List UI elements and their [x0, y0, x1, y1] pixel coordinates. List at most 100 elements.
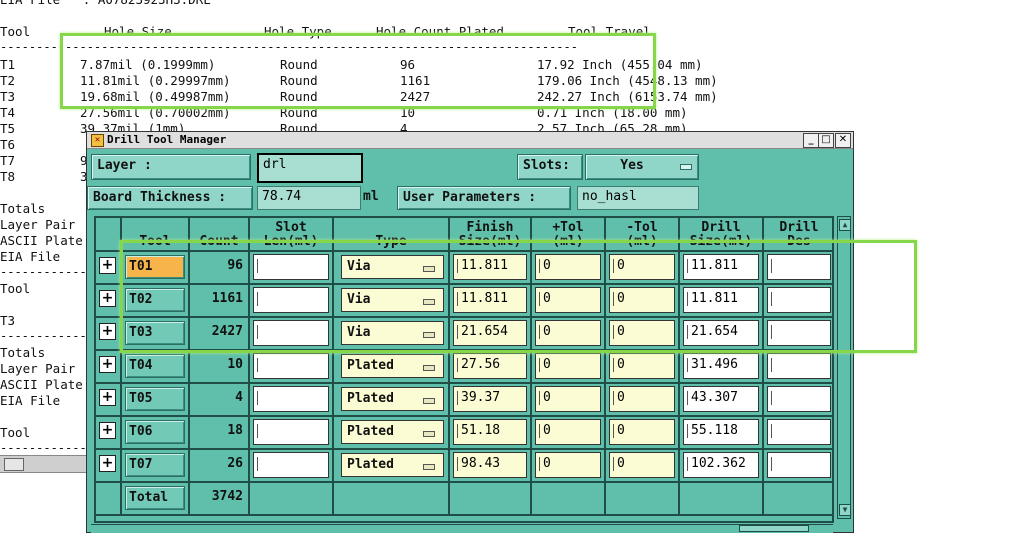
drill-des-input[interactable] [767, 419, 831, 445]
layer-field[interactable]: drl [257, 153, 363, 183]
type-dropdown[interactable]: Via [341, 288, 444, 312]
slot-len-input[interactable] [253, 386, 329, 412]
type-dropdown[interactable]: Via [341, 255, 444, 279]
drill-des-input[interactable] [767, 320, 831, 346]
user-parameters-field[interactable]: no_hasl [577, 186, 699, 210]
type-dropdown[interactable]: Plated [341, 354, 444, 378]
drill-size-input[interactable]: 55.118 [683, 419, 759, 445]
expand-plus-icon[interactable]: + [99, 290, 116, 307]
minus-tol-input[interactable]: 0 [609, 353, 675, 379]
type-dropdown[interactable]: Via [341, 321, 444, 345]
drill-des-input[interactable] [767, 254, 831, 280]
drill-size-input[interactable]: 11.811 [683, 254, 759, 280]
minus-tol-cell: 0 [606, 417, 680, 450]
finish-size-input[interactable]: 51.18 [453, 419, 527, 445]
expand-plus-icon[interactable]: + [99, 389, 116, 406]
plus-tol-input[interactable]: 0 [535, 419, 601, 445]
drill-size-input[interactable]: 21.654 [683, 320, 759, 346]
plus-tol-input[interactable]: 0 [535, 287, 601, 313]
tool-button[interactable]: T04 [125, 354, 185, 378]
column-header: -Tol (ml) [606, 218, 680, 252]
table-vscrollbar[interactable]: ▲ ▼ [837, 216, 851, 519]
plus-tol-input[interactable]: 0 [535, 386, 601, 412]
drill-size-input[interactable]: 43.307 [683, 386, 759, 412]
slot-len-cell [250, 285, 334, 318]
finish-size-input[interactable]: 21.654 [453, 320, 527, 346]
total-row-cell [250, 483, 334, 516]
expand-plus-icon[interactable]: + [99, 455, 116, 472]
finish-size-input[interactable]: 27.56 [453, 353, 527, 379]
tool-button[interactable]: T07 [125, 453, 185, 477]
drill-size-input[interactable]: 31.496 [683, 353, 759, 379]
drill-des-input[interactable] [767, 386, 831, 412]
finish-size-input[interactable]: 11.811 [453, 254, 527, 280]
type-dropdown[interactable]: Plated [341, 420, 444, 444]
slot-len-input[interactable] [253, 353, 329, 379]
drill-des-input[interactable] [767, 353, 831, 379]
tool-cell: T05 [122, 384, 190, 417]
minimize-button[interactable]: _ [803, 133, 819, 148]
finish-size-input[interactable]: 98.43 [453, 452, 527, 478]
report-left-line: EIA File [0, 249, 61, 264]
tool-button[interactable]: T05 [125, 387, 185, 411]
minus-tol-input[interactable]: 0 [609, 287, 675, 313]
report-left-line: Tool [0, 281, 31, 296]
scroll-down-icon[interactable]: ▼ [839, 504, 851, 516]
plus-tol-input[interactable]: 0 [535, 254, 601, 280]
slot-len-input[interactable] [253, 419, 329, 445]
background-hscrollbar[interactable] [0, 455, 88, 473]
minus-tol-input[interactable]: 0 [609, 320, 675, 346]
plus-tol-input[interactable]: 0 [535, 353, 601, 379]
minus-tol-input[interactable]: 0 [609, 254, 675, 280]
board-thickness-field[interactable]: 78.74 [257, 186, 361, 210]
finish-size-input[interactable]: 11.811 [453, 287, 527, 313]
title-bar[interactable]: ✕ Drill Tool Manager _ □ ✕ [87, 132, 853, 149]
report-cell-tool: T5 [0, 121, 16, 136]
plus-tol-cell: 0 [532, 450, 606, 483]
expand-plus-icon[interactable]: + [99, 422, 116, 439]
header-hole-size: Hole Size [104, 24, 172, 39]
drill-size-input[interactable]: 11.811 [683, 287, 759, 313]
report-left-line: T3 [0, 313, 16, 328]
expand-plus-icon[interactable]: + [99, 356, 116, 373]
tool-button[interactable]: T01 [125, 255, 185, 279]
slot-len-input[interactable] [253, 320, 329, 346]
drill-des-input[interactable] [767, 287, 831, 313]
minus-tol-input[interactable]: 0 [609, 419, 675, 445]
slot-len-input[interactable] [253, 254, 329, 280]
finish-size-input[interactable]: 39.37 [453, 386, 527, 412]
tool-button[interactable]: T02 [125, 288, 185, 312]
plus-tol-input[interactable]: 0 [535, 320, 601, 346]
drill-des-cell [764, 384, 832, 417]
table-hscrollbar[interactable] [91, 524, 833, 533]
scroll-left-button[interactable] [4, 458, 24, 471]
count-cell: 1161 [190, 285, 250, 318]
minus-tol-cell: 0 [606, 450, 680, 483]
close-button[interactable]: ✕ [835, 133, 851, 148]
maximize-button[interactable]: □ [818, 133, 834, 148]
slot-len-input[interactable] [253, 452, 329, 478]
report-cell-tool: T7 [0, 153, 16, 168]
drill-des-input[interactable] [767, 452, 831, 478]
slot-len-input[interactable] [253, 287, 329, 313]
count-cell: 18 [190, 417, 250, 450]
report-left-line: Totals [0, 345, 46, 360]
slots-dropdown[interactable]: Yes [585, 154, 699, 180]
expand-plus-icon[interactable]: + [99, 323, 116, 340]
tool-cell: T07 [122, 450, 190, 483]
header-tool: Tool [0, 24, 31, 39]
expand-plus-icon[interactable]: + [99, 257, 116, 274]
scroll-up-icon[interactable]: ▲ [839, 219, 851, 231]
minus-tol-input[interactable]: 0 [609, 452, 675, 478]
type-dropdown[interactable]: Plated [341, 453, 444, 477]
tool-button[interactable]: T03 [125, 321, 185, 345]
drill-des-cell [764, 450, 832, 483]
plus-tol-input[interactable]: 0 [535, 452, 601, 478]
drill-size-input[interactable]: 102.362 [683, 452, 759, 478]
type-dropdown[interactable]: Plated [341, 387, 444, 411]
column-header-line2: Len(ml) [263, 234, 319, 249]
column-header: Drill Size(ml) [680, 218, 764, 252]
count-value: 1161 [211, 291, 243, 306]
tool-button[interactable]: T06 [125, 420, 185, 444]
minus-tol-input[interactable]: 0 [609, 386, 675, 412]
